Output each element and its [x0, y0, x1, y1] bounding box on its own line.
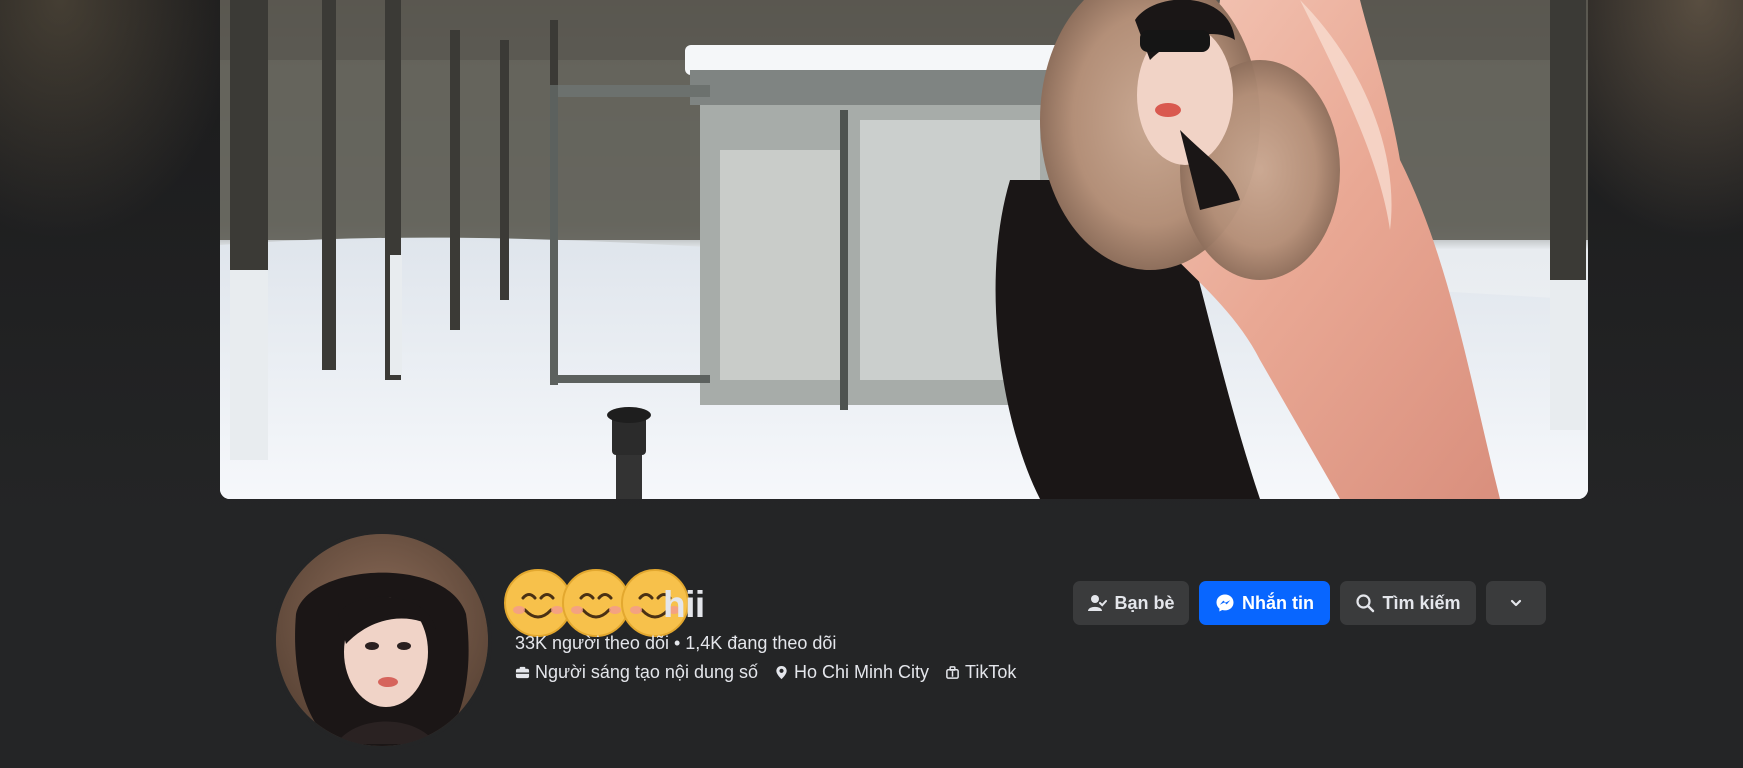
creator-icon — [515, 666, 530, 679]
location-pin-icon — [776, 665, 787, 680]
profile-actions: Bạn bè Nhắn tin Tìm kiếm — [1073, 581, 1546, 625]
more-options-button[interactable] — [1486, 581, 1546, 625]
cover-photo[interactable] — [220, 0, 1588, 499]
profile-page: hii 33K người theo dõi • 1,4K đang theo … — [0, 0, 1743, 768]
tiktok-icon — [946, 666, 959, 679]
detail-link-label[interactable]: TikTok — [965, 662, 1016, 683]
search-icon — [1356, 594, 1375, 613]
chevron-down-icon — [1510, 599, 1522, 607]
profile-avatar[interactable] — [276, 534, 488, 746]
profile-name[interactable]: hii — [663, 584, 705, 626]
friends-button-label: Bạn bè — [1114, 592, 1175, 613]
detail-category-label: Người sáng tạo nội dung số — [535, 662, 758, 682]
friends-button[interactable]: Bạn bè — [1073, 581, 1189, 625]
detail-category: Người sáng tạo nội dung số — [515, 662, 758, 683]
search-button[interactable]: Tìm kiếm — [1340, 581, 1476, 625]
detail-link[interactable]: TikTok — [945, 662, 1016, 683]
detail-location-label[interactable]: Ho Chi Minh City — [794, 662, 929, 683]
messenger-icon — [1216, 594, 1234, 612]
profile-details: Người sáng tạo nội dung số Ho Chi Minh C… — [515, 662, 1032, 683]
message-button[interactable]: Nhắn tin — [1199, 581, 1330, 625]
search-button-label: Tìm kiếm — [1382, 592, 1461, 613]
detail-location: Ho Chi Minh City — [774, 662, 929, 683]
follower-counts[interactable]: 33K người theo dõi • 1,4K đang theo dõi — [515, 633, 836, 654]
friend-check-icon — [1088, 595, 1108, 611]
message-button-label: Nhắn tin — [1242, 592, 1314, 613]
